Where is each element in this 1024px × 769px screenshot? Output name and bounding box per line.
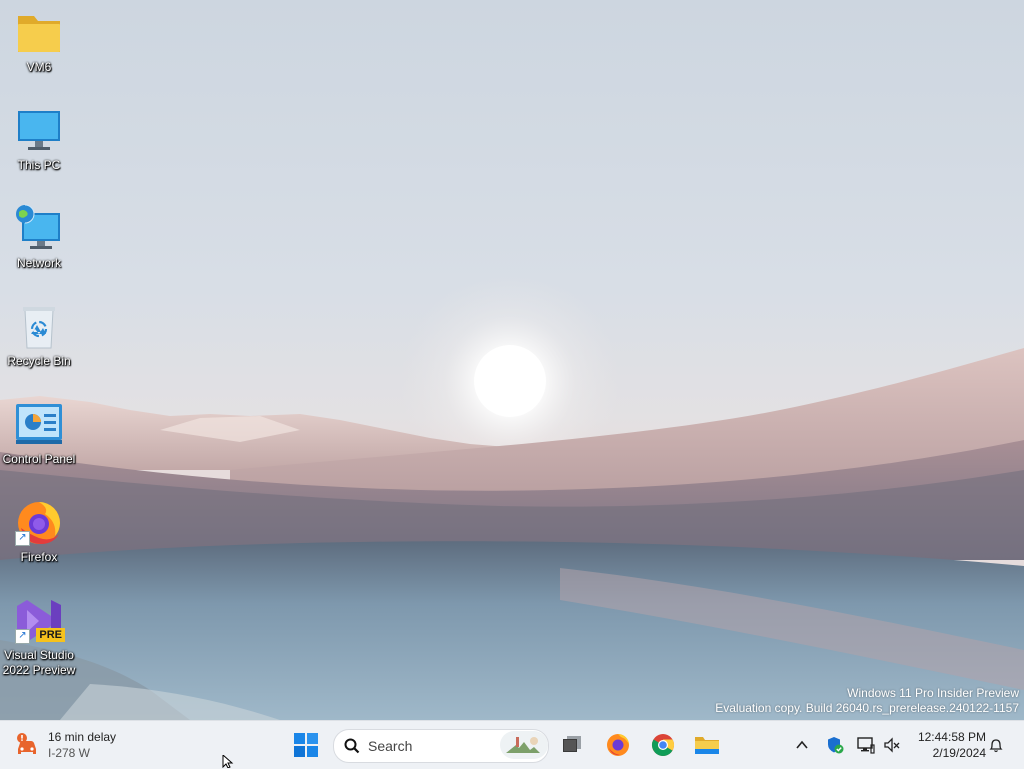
windows-security-icon [828,737,844,754]
shortcut-arrow-icon: ↗ [15,629,30,644]
start-button[interactable] [288,727,324,763]
folder-icon [13,8,65,58]
visual-studio-icon: PRE ↗ [13,596,65,646]
desktop-icon-label: Control Panel [2,452,76,466]
task-view-button[interactable] [554,727,590,763]
desktop-icon-vm6[interactable]: VM6 [0,8,78,75]
search-icon [344,738,360,754]
desktop-icon-firefox[interactable]: ↗ Firefox [0,498,78,565]
desktop-icon-label: Network [16,256,61,270]
bell-icon [989,739,1003,753]
search-box[interactable]: Search [333,729,549,763]
chevron-up-icon [796,740,808,749]
desktop-icon-label: VM6 [26,60,52,74]
firefox-icon [607,734,629,756]
weather-line-1: 16 min delay [48,730,117,744]
shortcut-arrow-icon: ↗ [15,531,30,546]
mouse-cursor-icon [222,755,234,768]
display-icon [857,737,875,754]
weather-line-2: I-278 W [48,746,91,760]
traffic-alert-icon [17,733,36,754]
clock[interactable]: 12:44:58 PM 2/19/2024 [906,729,986,761]
show-hidden-icons-button[interactable] [792,735,812,755]
desktop-icon-label: Recycle Bin [7,354,71,368]
desktop-icon-network[interactable]: Network [0,204,78,271]
control-panel-icon [13,400,65,450]
task-view-icon [563,736,581,752]
taskbar-chrome-button[interactable] [645,727,681,763]
search-placeholder: Search [368,738,413,754]
computer-icon [13,106,65,156]
notifications-button[interactable] [986,735,1006,755]
security-tray-button[interactable] [825,735,845,755]
taskbar-firefox-button[interactable] [600,727,636,763]
desktop-icon-recycle-bin[interactable]: Recycle Bin [0,302,78,369]
volume-tray-button[interactable] [882,735,902,755]
network-icon [13,204,65,254]
network-tray-button[interactable] [856,735,876,755]
weather-widget[interactable]: 16 min delay I-278 W [14,727,116,763]
wallpaper [0,272,1024,720]
desktop-icon-control-panel[interactable]: Control Panel [0,400,78,467]
windows-start-icon [294,733,318,757]
recycle-bin-icon [13,302,65,352]
watermark-line-2: Evaluation copy. Build 26040.rs_prerelea… [715,701,1019,715]
taskbar: 16 min delay I-278 W Search 12:44:58 PM … [0,720,1024,769]
preview-badge: PRE [36,628,65,642]
volume-muted-icon [884,737,900,753]
taskbar-file-explorer-button[interactable] [689,727,725,763]
file-explorer-icon [695,737,719,754]
desktop[interactable]: VM6 This PC Network Recycle Bin Control … [0,0,1024,720]
watermark-line-1: Windows 11 Pro Insider Preview [847,686,1019,700]
desktop-icon-label: This PC [17,158,61,172]
desktop-icon-visual-studio[interactable]: PRE ↗ Visual Studio 2022 Preview [0,596,78,678]
desktop-icon-label: Firefox [20,550,58,564]
firefox-icon: ↗ [13,498,65,548]
clock-date: 2/19/2024 [932,746,986,760]
desktop-icon-this-pc[interactable]: This PC [0,106,78,173]
chrome-icon [652,734,674,756]
evaluation-watermark: Windows 11 Pro Insider Preview Evaluatio… [715,686,1019,716]
clock-time: 12:44:58 PM [917,730,986,744]
desktop-icon-label: Visual Studio 2022 Preview [2,648,76,677]
search-highlight-icon [500,731,548,759]
